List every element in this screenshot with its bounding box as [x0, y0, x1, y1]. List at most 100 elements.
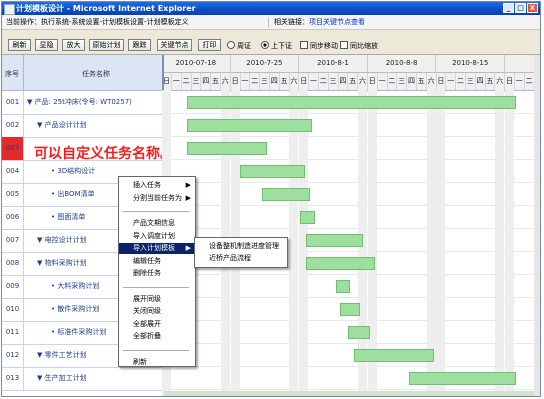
menu-item[interactable]: 全部折叠	[119, 331, 195, 342]
option-week[interactable]: 周证	[227, 41, 251, 51]
menu-item-label: 导入计划模板	[133, 244, 175, 252]
weekday-label: 一	[515, 73, 525, 90]
weekday-label: 日	[299, 73, 310, 90]
weekday-label: 四	[476, 73, 486, 90]
task-bar[interactable]	[409, 372, 516, 385]
task-bar[interactable]	[306, 234, 363, 247]
submenu-arrow-icon: ▶	[185, 193, 191, 202]
weekday-label: 日	[368, 73, 378, 90]
weekday-label: 六	[289, 73, 300, 90]
task-bar[interactable]	[187, 119, 312, 132]
col-no-header: 序号	[5, 70, 19, 78]
task-bar[interactable]	[300, 211, 315, 224]
maximize-button[interactable]: □	[515, 3, 526, 13]
option-label: 同比缩放	[350, 42, 378, 50]
weekday-label: 二	[387, 73, 398, 90]
weekday-label: 二	[250, 73, 261, 90]
weekday-label: 二	[182, 73, 192, 90]
menu-item[interactable]: 产品文期信息	[119, 218, 195, 229]
task-bar[interactable]	[187, 142, 267, 155]
weekday-label: 日	[436, 73, 447, 90]
horizontal-scrollbar[interactable]	[164, 391, 534, 396]
option-updown[interactable]: 上下证	[261, 41, 292, 51]
zoom-in-button[interactable]: 放大	[62, 39, 85, 51]
menu-separator	[123, 349, 189, 351]
weekday-label: 四	[201, 73, 212, 90]
original-plan-button[interactable]: 原始计划	[89, 39, 124, 51]
gantt-grid: 序号 任务名称 001 ▼ 产品: 25t冲床(令号: WT0257) 002 ▼ 产…	[2, 55, 540, 396]
submenu-item[interactable]: 设备整机制造进度管理	[195, 241, 287, 252]
task-name: ▼ 产品设计计划	[37, 121, 87, 129]
menu-item-label: 刷新	[133, 357, 147, 366]
menu-item-label: 全部展开	[133, 319, 161, 328]
task-bar[interactable]	[348, 326, 370, 339]
col-name-header: 任务名称	[82, 70, 110, 78]
ie-app-icon	[4, 4, 15, 15]
menu-item[interactable]: 分割当前任务为 ▶	[119, 193, 195, 204]
menu-item[interactable]: 删除任务	[119, 268, 195, 279]
menu-item[interactable]: 导入计划模板 ▶	[119, 243, 195, 254]
print-button[interactable]: 打印	[198, 39, 221, 51]
weekday-label: 三	[260, 73, 270, 90]
task-no: 010	[2, 298, 24, 321]
task-bar[interactable]	[340, 303, 360, 316]
menu-item[interactable]: 刷新	[119, 357, 195, 368]
option-label: 同步移动	[310, 42, 338, 50]
task-bar[interactable]	[187, 96, 516, 109]
task-row[interactable]: 001 ▼ 产品: 25t冲床(令号: WT0257)	[2, 91, 162, 115]
task-bar[interactable]	[354, 349, 434, 362]
weekday-label: 三	[397, 73, 408, 90]
menu-item[interactable]: 编辑任务	[119, 256, 195, 267]
toolbar: 刷新 显隐 放大 原始计划 跟踪 关键节点 打印 周证 上下证 同步移动 同比缩…	[2, 30, 540, 55]
task-name: • 出BOM清单	[51, 190, 95, 198]
weekday-label: 六	[221, 73, 231, 90]
week-label: 2010-07-18	[162, 55, 231, 72]
minimize-button[interactable]: _	[503, 3, 514, 13]
option-sync-move[interactable]: 同步移动	[300, 41, 338, 51]
title-bar: 计划模板设计 - Microsoft Internet Explorer _ □…	[2, 2, 540, 15]
task-name: • 标准件采购计划	[51, 328, 107, 336]
menu-item[interactable]: 关闭同级	[119, 306, 195, 317]
weekday-label: 四	[407, 73, 417, 90]
menu-item[interactable]: 展开同级	[119, 294, 195, 305]
week-label: 2010-7-25	[231, 55, 300, 72]
weekday-label: 一	[446, 73, 457, 90]
task-no: 004	[2, 160, 24, 183]
close-button[interactable]: X	[527, 3, 538, 13]
task-no: 002	[2, 114, 24, 137]
menu-item-label: 关闭同级	[133, 307, 161, 315]
task-row[interactable]: 013 ▼ 生产加工计划	[2, 367, 162, 391]
weekday-label: 五	[280, 73, 290, 90]
task-bar[interactable]	[262, 188, 310, 201]
weekend-column	[505, 90, 514, 396]
vertical-scrollbar[interactable]	[534, 55, 540, 396]
breadcrumb: 当前操作：执行系统-系统设置-计划模板设置-计划模板定义	[6, 18, 189, 26]
menu-item-label: 设备整机制造进度管理	[209, 242, 279, 250]
task-row[interactable]: 002 ▼ 产品设计计划	[2, 114, 162, 138]
weekday-label: 日	[231, 73, 241, 90]
task-name: • 散件采购计划	[51, 305, 100, 313]
menu-item[interactable]: 插入任务 ▶	[119, 180, 195, 191]
show-hide-button[interactable]: 显隐	[35, 39, 58, 51]
task-bar[interactable]	[240, 165, 305, 178]
submenu-item[interactable]: 近桥产品流程	[195, 253, 287, 264]
track-button[interactable]: 跟踪	[128, 39, 151, 51]
menu-separator	[123, 211, 189, 212]
menu-item[interactable]: 导入调度计划	[119, 231, 195, 242]
task-no: 005	[2, 183, 24, 206]
option-label: 上下证	[271, 42, 292, 50]
task-bar[interactable]	[336, 280, 350, 293]
menu-item-label: 插入任务	[133, 181, 161, 189]
menu-item-label: 近桥产品流程	[209, 254, 251, 262]
related-link[interactable]: 项目关键节点查看	[309, 18, 365, 26]
refresh-button[interactable]: 刷新	[8, 39, 31, 51]
weekday-label: 二	[319, 73, 329, 90]
menu-item[interactable]: 全部展开	[119, 319, 195, 330]
weekday-label: 三	[191, 73, 202, 90]
weekday-label: 五	[417, 73, 427, 90]
option-sync-scale[interactable]: 同比缩放	[340, 41, 378, 51]
context-menu: 插入任务 ▶ 分割当前任务为 ▶ 产品文期信息 导入调度计划 导入计划模板 ▶ 编辑任务 删除任务…	[118, 176, 196, 367]
task-no: 007	[2, 229, 24, 252]
key-node-button[interactable]: 关键节点	[157, 39, 192, 51]
task-bar[interactable]	[306, 257, 375, 270]
